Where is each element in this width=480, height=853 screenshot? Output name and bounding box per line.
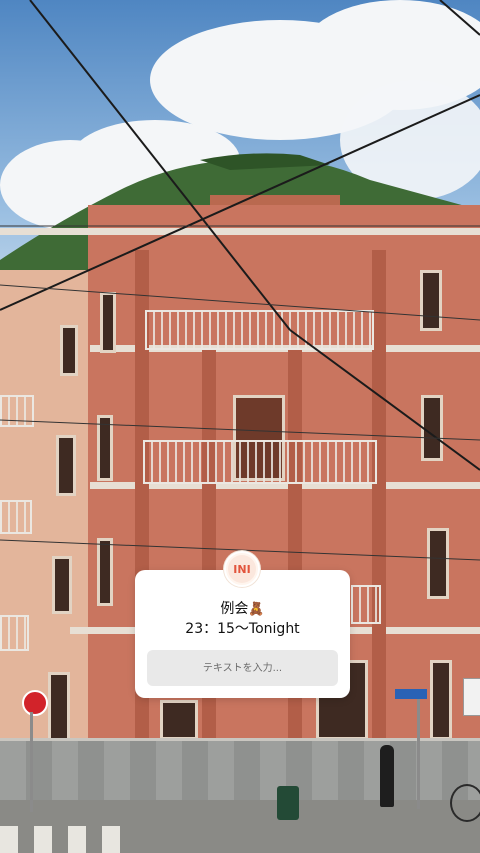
teddy-bear-icon: 🧸 bbox=[248, 602, 265, 617]
parking-sign-icon bbox=[463, 678, 480, 716]
trash-bin-icon bbox=[277, 786, 299, 820]
direction-sign-icon bbox=[395, 689, 427, 699]
reply-input[interactable] bbox=[147, 650, 338, 686]
avatar-label: INI bbox=[228, 555, 256, 583]
tram-wires bbox=[0, 0, 480, 561]
sign-pole bbox=[417, 699, 420, 809]
no-entry-sign-icon bbox=[22, 690, 48, 716]
bicycle-icon bbox=[450, 784, 480, 822]
sign-pole bbox=[30, 712, 33, 812]
story-background-photo bbox=[0, 0, 480, 853]
question-title-text: 例会 bbox=[220, 601, 249, 617]
pedestrian bbox=[380, 745, 394, 807]
question-subtitle: 23：15～Tonight bbox=[185, 621, 300, 637]
avatar: INI bbox=[224, 551, 260, 587]
question-title: 例会🧸 bbox=[135, 598, 350, 618]
